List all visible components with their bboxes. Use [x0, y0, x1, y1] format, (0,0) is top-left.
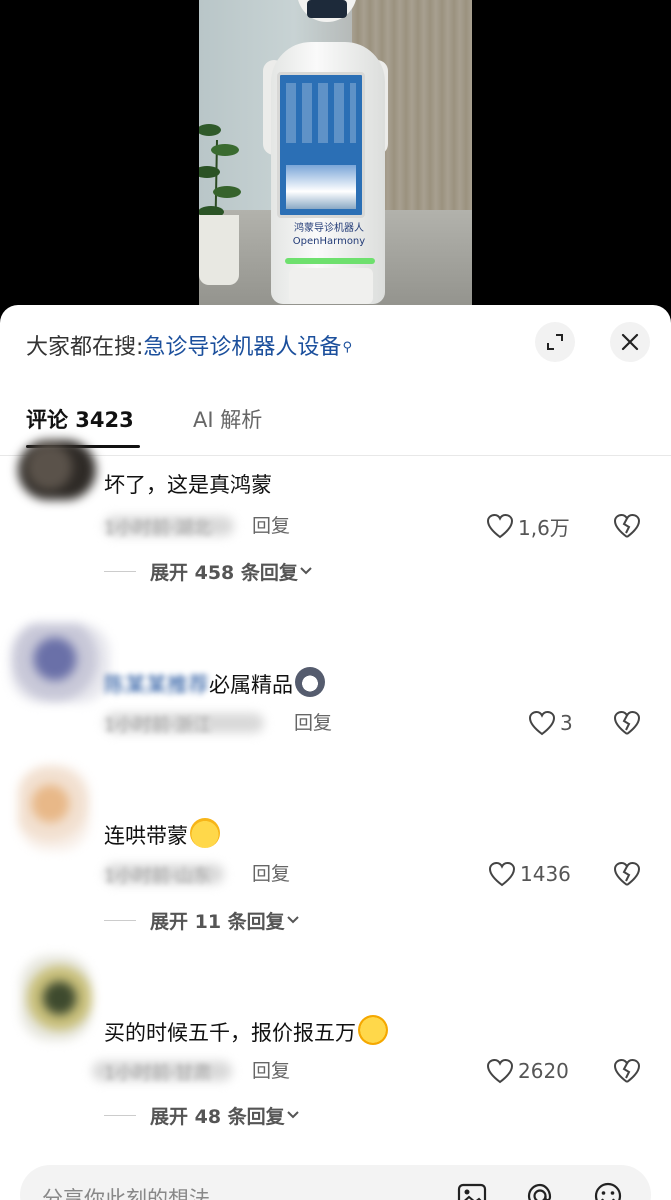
- avatar[interactable]: [10, 623, 110, 703]
- like-button[interactable]: 3: [528, 709, 573, 737]
- dislike-button[interactable]: [612, 1057, 642, 1085]
- broken-heart-icon: [613, 710, 641, 735]
- expand-replies-button[interactable]: 展开 458 条回复: [150, 557, 314, 585]
- dislike-button[interactable]: [612, 860, 642, 888]
- video-frame: 鸿蒙导诊机器人 OpenHarmony: [199, 0, 472, 320]
- comment-item: 连哄带蒙 1小时前·山东 回复 1436 展开 11 条回复: [0, 760, 671, 940]
- broken-heart-icon: [613, 1058, 641, 1083]
- comment-meta: 1小时前·浙江: [104, 709, 264, 737]
- comment-meta-text: 1小时前·湖北: [104, 518, 212, 539]
- reply-button[interactable]: 回复: [252, 512, 290, 540]
- comment-input-bar[interactable]: 分享你此刻的想法: [20, 1165, 651, 1200]
- expand-replies-label: 展开 458 条回复: [150, 561, 298, 584]
- expand-divider: [104, 1115, 136, 1116]
- heart-icon: [486, 1058, 514, 1084]
- comment-text-body: 买的时候五千，报价报五万: [104, 1021, 356, 1045]
- chevron-down-icon: [286, 1111, 299, 1119]
- comment-text-body: 必属精品: [209, 673, 293, 697]
- robot-screen-photo: [286, 165, 356, 209]
- like-button[interactable]: 1436: [488, 860, 571, 888]
- broken-heart-icon: [613, 861, 641, 886]
- heart-icon: [486, 513, 514, 539]
- comment-sheet: 大家都在搜:急诊导诊机器人设备⚲ 评论 3423 AI 解析 坏了，这是真鸿蒙 …: [0, 305, 671, 1200]
- at-icon[interactable]: [523, 1179, 557, 1200]
- emoji-icon[interactable]: [591, 1179, 625, 1200]
- plant-pot: [199, 215, 239, 285]
- search-query-link[interactable]: 急诊导诊机器人设备: [143, 335, 341, 360]
- mention-link[interactable]: 陈某某推荐: [104, 673, 209, 697]
- comment-text-body: 连哄带蒙: [104, 824, 188, 848]
- comment-input-placeholder[interactable]: 分享你此刻的想法: [42, 1183, 210, 1200]
- like-button[interactable]: 2620: [486, 1057, 569, 1085]
- close-button[interactable]: [610, 322, 650, 362]
- avatar[interactable]: [18, 440, 96, 500]
- reply-button[interactable]: 回复: [252, 860, 290, 888]
- robot-base: [289, 268, 373, 304]
- comment-meta-text: 1小时前·浙江: [104, 715, 212, 736]
- robot-screen-icons: [286, 83, 356, 143]
- like-count: 1436: [520, 862, 571, 886]
- expand-replies-button[interactable]: 展开 48 条回复: [150, 1101, 301, 1129]
- like-count: 2620: [518, 1059, 569, 1083]
- comment-meta: 1小时前·山东: [104, 860, 244, 888]
- robot-label-line1: 鸿蒙导诊机器人: [294, 223, 364, 234]
- reply-button[interactable]: 回复: [252, 1057, 290, 1085]
- wolf-emoji-icon: [295, 667, 325, 697]
- robot-face: [307, 0, 347, 18]
- image-icon[interactable]: [455, 1179, 489, 1200]
- comment-text: 坏了，这是真鸿蒙: [104, 473, 272, 497]
- robot-light-strip: [285, 258, 375, 264]
- expand-button[interactable]: [535, 322, 575, 362]
- comment-meta: 1小时前·湖北: [104, 512, 244, 540]
- comment-meta-text: 1小时前·甘肃: [104, 1063, 212, 1084]
- chevron-down-icon: [300, 567, 312, 575]
- expand-replies-label: 展开 48 条回复: [150, 1105, 285, 1128]
- comment-item: 坏了，这是真鸿蒙 1小时前·湖北 回复 1,6万 展开 458 条回复: [0, 430, 671, 590]
- chevron-down-icon: [286, 916, 299, 924]
- video-player[interactable]: 鸿蒙导诊机器人 OpenHarmony: [0, 0, 671, 330]
- like-count: 3: [560, 711, 573, 735]
- heart-icon: [528, 710, 556, 736]
- expand-icon: [547, 334, 563, 350]
- comment-text: 买的时候五千，报价报五万: [104, 1015, 388, 1048]
- sun-emoji-icon: [190, 818, 220, 848]
- like-count: 1,6万: [518, 515, 570, 540]
- comment-text: 连哄带蒙: [104, 818, 220, 851]
- heart-icon: [488, 861, 516, 887]
- robot-label-line2: OpenHarmony: [292, 236, 366, 247]
- wink-emoji-icon: [358, 1015, 388, 1045]
- search-icon: ⚲: [342, 340, 352, 355]
- expand-replies-label: 展开 11 条回复: [150, 910, 285, 933]
- comment-item: 陈某某推荐必属精品 1小时前·浙江 回复 3: [0, 605, 671, 755]
- like-button[interactable]: 1,6万: [486, 512, 570, 540]
- comment-text: 陈某某推荐必属精品: [104, 667, 325, 700]
- robot-label: 鸿蒙导诊机器人 OpenHarmony: [291, 222, 367, 248]
- comment-meta: 1小时前·甘肃: [92, 1057, 244, 1085]
- dislike-button[interactable]: [612, 512, 642, 540]
- reply-button[interactable]: 回复: [294, 709, 332, 737]
- expand-divider: [104, 571, 136, 572]
- dislike-button[interactable]: [612, 709, 642, 737]
- comment-meta-text: 1小时前·山东: [104, 866, 212, 887]
- search-suggestion[interactable]: 大家都在搜:急诊导诊机器人设备⚲: [26, 333, 352, 363]
- expand-replies-button[interactable]: 展开 11 条回复: [150, 906, 301, 934]
- comment-item: 买的时候五千，报价报五万 1小时前·甘肃 回复 2620 展开 48 条回复: [0, 945, 671, 1128]
- close-icon: [621, 333, 639, 351]
- expand-divider: [104, 920, 136, 921]
- search-prefix: 大家都在搜:: [26, 335, 144, 360]
- robot-screen: [277, 72, 365, 218]
- avatar[interactable]: [20, 955, 92, 1041]
- broken-heart-icon: [613, 513, 641, 538]
- avatar[interactable]: [18, 765, 90, 851]
